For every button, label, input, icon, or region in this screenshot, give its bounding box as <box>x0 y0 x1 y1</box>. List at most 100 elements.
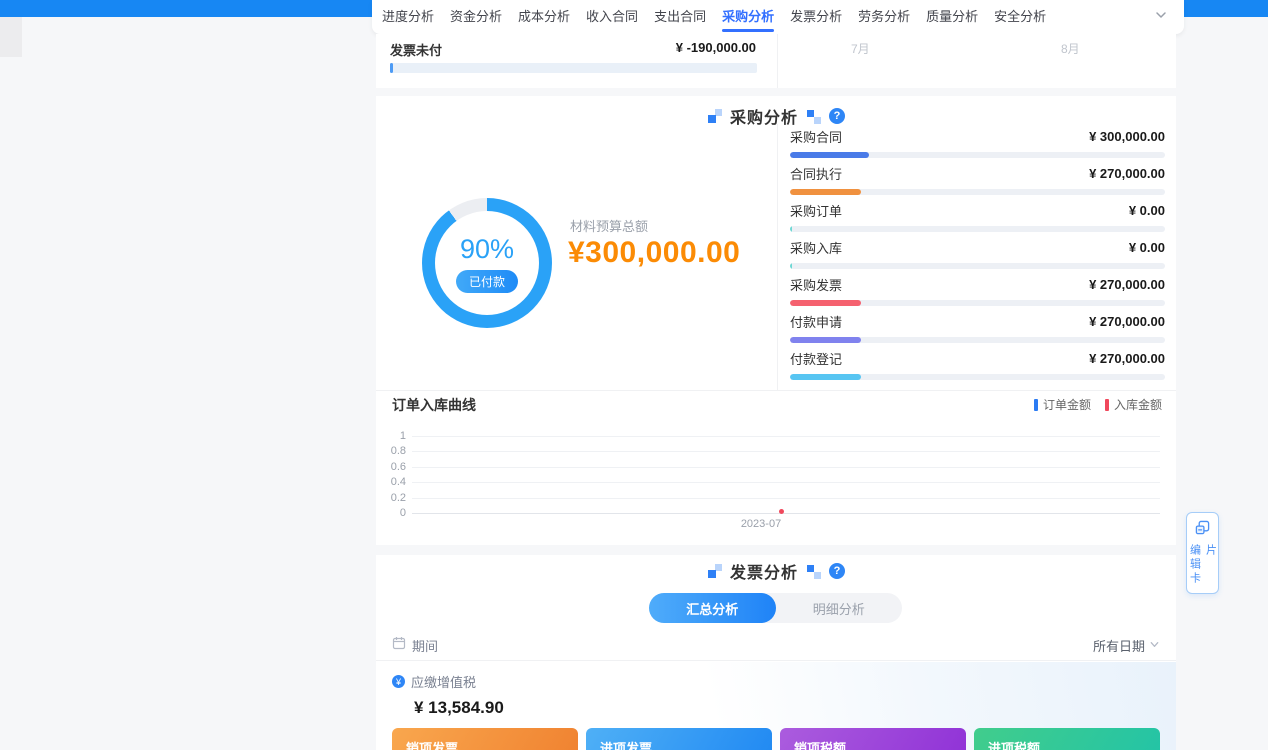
card-output-invoice[interactable]: 销项发票 <box>392 728 578 750</box>
x-tick-2023-07: 2023-07 <box>721 518 801 530</box>
legend-inbound-amount[interactable]: 入库金额 <box>1105 396 1162 413</box>
period-label: 期间 <box>412 636 438 655</box>
gridline <box>412 451 1160 452</box>
month-tick-jul: 7月 <box>851 40 870 57</box>
legend-order-amount[interactable]: 订单金额 <box>1034 396 1091 413</box>
card-label: 进项发票 <box>600 741 652 750</box>
stat-bar-track <box>790 374 1165 380</box>
data-point-inbound[interactable] <box>779 509 784 514</box>
section-divider <box>376 390 1176 391</box>
gridline <box>412 436 1160 437</box>
column-divider <box>777 34 778 88</box>
period-value: 所有日期 <box>1093 636 1145 655</box>
stat-bar-fill <box>790 263 792 269</box>
tab-income-contract[interactable]: 收入合同 <box>586 0 638 34</box>
card-input-invoice[interactable]: 进项发票 <box>586 728 772 750</box>
stat-row: 采购入库¥ 0.00 <box>790 238 1165 265</box>
tab-expense-contract[interactable]: 支出合同 <box>654 0 706 34</box>
stat-bar-fill <box>790 337 861 343</box>
legend-label: 入库金额 <box>1114 396 1162 413</box>
tab-safety[interactable]: 安全分析 <box>994 0 1046 34</box>
tab-list: 进度分析 资金分析 成本分析 收入合同 支出合同 采购分析 发票分析 劳务分析 … <box>382 0 1046 34</box>
stat-bar-fill <box>790 374 861 380</box>
card-output-tax[interactable]: 销项税额 <box>780 728 966 750</box>
gridline <box>412 467 1160 468</box>
invoice-header: 发票分析 ? <box>376 559 1176 583</box>
stat-bar-track <box>790 300 1165 306</box>
title-ornament-left-icon <box>707 564 722 579</box>
stat-row: 采购订单 ¥ 0.00 <box>790 201 1165 228</box>
stat-bar-fill <box>790 152 869 158</box>
edit-cards-icon <box>1195 520 1210 540</box>
stat-row: 付款申请¥ 270,000.00 <box>790 312 1165 339</box>
budget-total-value: ¥300,000.00 <box>568 236 740 270</box>
title-ornament-right-icon <box>806 564 821 579</box>
tab-funds[interactable]: 资金分析 <box>450 0 502 34</box>
stat-row: 付款登记 ¥ 270,000.00 <box>790 349 1165 376</box>
help-icon[interactable]: ? <box>829 563 845 579</box>
calendar-icon <box>392 636 406 655</box>
stat-row: 采购发票 ¥ 270,000.00 <box>790 275 1165 302</box>
legend-marker-blue <box>1034 399 1038 411</box>
stat-bar-track <box>790 337 1165 343</box>
gridline <box>412 482 1160 483</box>
previous-section-bottom: 发票未付 ¥ -190,000.00 7月 8月 <box>376 34 1176 88</box>
column-divider <box>777 124 778 390</box>
legend-marker-red <box>1105 399 1109 411</box>
stat-value: ¥ 300,000.00 <box>1089 129 1165 144</box>
chart-legend: 订单金额 入库金额 <box>1034 396 1162 413</box>
invoice-unpaid-value: ¥ -190,000.00 <box>676 40 756 55</box>
tab-labor[interactable]: 劳务分析 <box>858 0 910 34</box>
tab-invoice[interactable]: 发票分析 <box>790 0 842 34</box>
tab-cost[interactable]: 成本分析 <box>518 0 570 34</box>
x-axis-line <box>412 513 1160 514</box>
invoice-unpaid-bar-track <box>390 63 757 73</box>
period-dropdown[interactable]: 所有日期 <box>1093 636 1160 655</box>
card-label: 销项税额 <box>794 741 846 750</box>
paid-percent: 90% <box>460 234 514 265</box>
gridline <box>412 498 1160 499</box>
tab-procurement[interactable]: 采购分析 <box>722 0 774 34</box>
procurement-title: 采购分析 <box>730 104 798 128</box>
chevron-down-icon[interactable] <box>1154 8 1168 27</box>
invoice-unpaid-label: 发票未付 <box>390 40 442 59</box>
toggle-summary[interactable]: 汇总分析 <box>649 593 776 623</box>
procurement-header: 采购分析 ? <box>376 104 1176 128</box>
invoice-section: 发票分析 ? 汇总分析 明细分析 期间 所有日期 ¥ 应缴增值税 <box>376 555 1176 750</box>
toggle-detail[interactable]: 明细分析 <box>776 593 903 623</box>
procurement-stats-list: 采购合同¥ 300,000.00 合同执行¥ 270,000.00 采购订单¥ … <box>790 127 1165 376</box>
help-icon[interactable]: ? <box>829 108 845 124</box>
title-ornament-right-icon <box>806 109 821 124</box>
collapsed-sidebar-stub <box>0 17 22 57</box>
stat-value: ¥ 270,000.00 <box>1089 351 1165 366</box>
stat-label: 付款申请 <box>790 312 842 331</box>
tab-progress[interactable]: 进度分析 <box>382 0 434 34</box>
period-filter-row: 期间 所有日期 <box>376 630 1176 661</box>
card-input-tax[interactable]: 进项税额 <box>974 728 1160 750</box>
dashboard-page: 进度分析 资金分析 成本分析 收入合同 支出合同 采购分析 发票分析 劳务分析 … <box>0 0 1268 750</box>
title-ornament-left-icon <box>707 109 722 124</box>
stat-bar-fill <box>790 300 861 306</box>
stat-value: ¥ 0.00 <box>1129 203 1165 218</box>
stat-value: ¥ 0.00 <box>1129 240 1165 255</box>
stat-value: ¥ 270,000.00 <box>1089 277 1165 292</box>
stat-value: ¥ 270,000.00 <box>1089 166 1165 181</box>
invoice-kpi-cards: 销项发票 进项发票 销项税额 进项税额 <box>392 728 1160 750</box>
stat-label: 采购发票 <box>790 275 842 294</box>
invoice-unpaid-bar-fill <box>390 63 393 73</box>
edit-cards-button[interactable]: 编辑卡片 <box>1186 512 1219 594</box>
order-chart-title: 订单入库曲线 <box>392 395 476 415</box>
card-label: 销项发票 <box>406 741 458 750</box>
paid-ratio-donut-chart: 90% 已付款 <box>422 198 552 328</box>
stat-bar-fill <box>790 189 861 195</box>
tab-quality[interactable]: 质量分析 <box>926 0 978 34</box>
y-tick: 0.6 <box>376 461 406 473</box>
stat-label: 采购订单 <box>790 201 842 220</box>
vat-label: 应缴增值税 <box>411 672 476 691</box>
y-tick: 1 <box>376 430 406 442</box>
donut-center: 90% 已付款 <box>435 211 539 315</box>
stat-label: 付款登记 <box>790 349 842 368</box>
stat-row: 合同执行¥ 270,000.00 <box>790 164 1165 191</box>
invoice-title: 发票分析 <box>730 559 798 583</box>
stat-bar-track <box>790 263 1165 269</box>
